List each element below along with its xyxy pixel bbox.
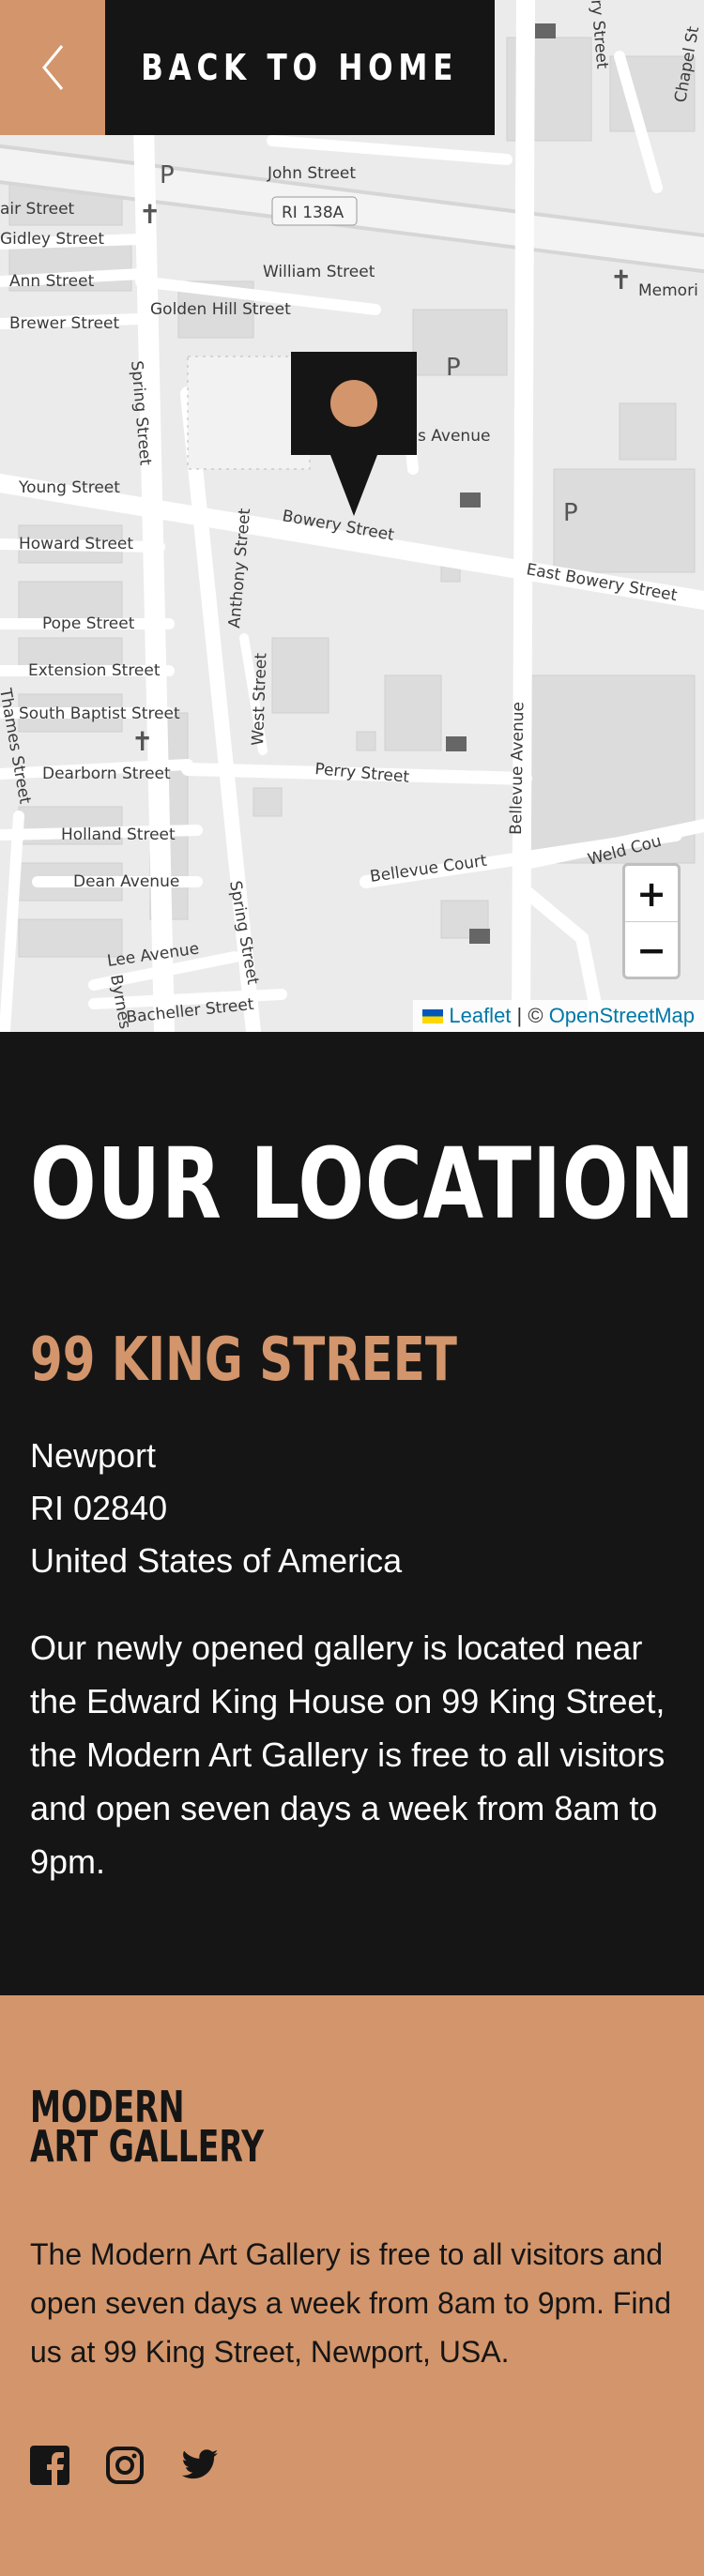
museum-icon	[469, 929, 490, 944]
church-icon: ✝	[139, 199, 161, 230]
street-label: Young Street	[18, 478, 120, 497]
church-icon: ✝	[131, 726, 153, 757]
location-section: OUR LOCATION 99 KING STREET Newport RI 0…	[0, 1032, 704, 1995]
street-label: West Street	[249, 652, 270, 746]
zoom-in-button[interactable]: +	[625, 866, 678, 922]
map-tiles[interactable]: John Street RI 138A air Street Gidley St…	[0, 0, 704, 1032]
footer: MODERN ART GALLERY The Modern Art Galler…	[0, 1995, 704, 2576]
street-label: Golden Hill Street	[150, 300, 291, 319]
street-label: Dearborn Street	[42, 765, 171, 783]
back-to-home-button[interactable]: BACK TO HOME	[105, 0, 495, 135]
map-pin-icon[interactable]	[291, 352, 417, 516]
street-label: Memori	[638, 281, 698, 300]
parking-icon: P	[446, 354, 461, 382]
ukraine-flag-icon	[422, 1008, 444, 1023]
zoom-out-button[interactable]: −	[625, 922, 678, 977]
map-attribution: Leaflet | © OpenStreetMap	[413, 1000, 704, 1032]
street-label: William Street	[263, 263, 375, 281]
back-to-home-nav: BACK TO HOME	[0, 0, 495, 135]
street-label: s Avenue	[418, 427, 490, 446]
location-map[interactable]: John Street RI 138A air Street Gidley St…	[0, 0, 704, 1032]
back-arrow-button[interactable]	[0, 0, 105, 135]
location-description: Our newly opened gallery is located near…	[30, 1629, 666, 1881]
location-title: OUR LOCATION	[30, 1127, 696, 1241]
facebook-icon[interactable]	[30, 2446, 69, 2485]
street-label: Ann Street	[9, 272, 95, 291]
street-label: Extension Street	[28, 661, 161, 680]
back-to-home-label: BACK TO HOME	[141, 47, 459, 88]
address-postcode: RI 02840	[30, 1489, 168, 1527]
footer-description: The Modern Art Gallery is free to all vi…	[30, 2237, 672, 2369]
museum-icon	[535, 23, 556, 38]
instagram-icon[interactable]	[105, 2446, 145, 2485]
street-label: Brewer Street	[9, 314, 119, 333]
attribution-separator: | ©	[511, 1004, 549, 1027]
street-label: RI 138A	[282, 204, 344, 222]
street-label: South Baptist Street	[19, 705, 180, 723]
street-label: John Street	[267, 164, 356, 183]
leaflet-link[interactable]: Leaflet	[449, 1004, 511, 1028]
address-city: Newport	[30, 1436, 157, 1475]
street-label: Dean Avenue	[73, 872, 179, 891]
chevron-left-icon	[42, 45, 64, 90]
museum-icon	[460, 492, 481, 508]
site-logo[interactable]: MODERN ART GALLERY	[30, 2085, 264, 2168]
street-label: Howard Street	[19, 535, 133, 553]
openstreetmap-link[interactable]: OpenStreetMap	[549, 1004, 695, 1028]
street-label: Bellevue Avenue	[507, 702, 528, 835]
address-block: Newport RI 02840 United States of Americ…	[30, 1430, 402, 1587]
logo-line-2: ART GALLERY	[30, 2121, 265, 2172]
street-label: air Street	[0, 200, 75, 219]
address-country: United States of America	[30, 1541, 403, 1580]
church-icon: ✝	[610, 265, 632, 295]
social-links	[30, 2446, 220, 2485]
street-label: Holland Street	[61, 826, 176, 844]
street-heading: 99 KING STREET	[30, 1326, 457, 1395]
parking-icon: P	[160, 161, 175, 189]
zoom-control: + −	[622, 863, 681, 979]
street-label: Gidley Street	[0, 230, 104, 249]
museum-icon	[446, 736, 467, 751]
street-label: Pope Street	[42, 614, 135, 633]
twitter-icon[interactable]	[180, 2446, 220, 2485]
parking-icon: P	[563, 499, 578, 527]
